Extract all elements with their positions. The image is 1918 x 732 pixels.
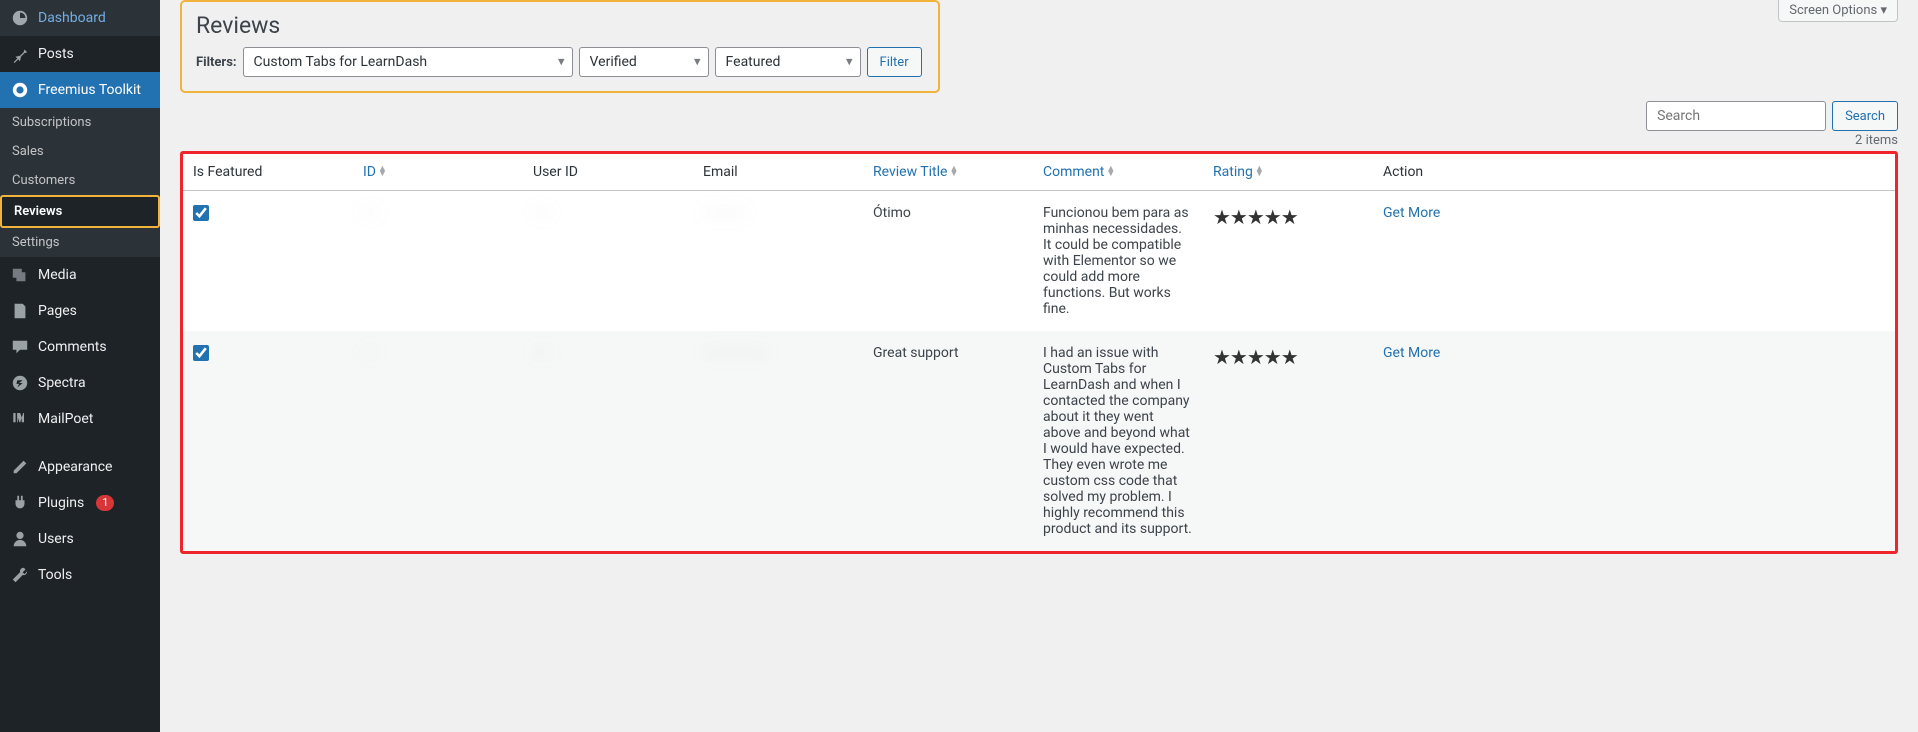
cell-comment: I had an issue with Custom Tabs for Lear… [1033,331,1203,551]
tools-icon [10,565,30,585]
sidebar-item-comments[interactable]: Comments [0,329,160,365]
filters-label: Filters: [196,55,237,70]
mailpoet-icon [10,409,30,429]
search-row: Search [180,101,1898,131]
sort-icon: ▲▼ [1255,167,1264,178]
admin-sidebar: Dashboard Posts Freemius Toolkit Subscri… [0,0,160,732]
users-icon [10,529,30,549]
chevron-down-icon: ▾ [1880,3,1887,18]
featured-checkbox[interactable] [193,345,209,361]
sidebar-label: Appearance [38,459,112,475]
sidebar-item-mailpoet[interactable]: MailPoet [0,401,160,437]
th-id[interactable]: ID▲▼ [353,154,523,191]
sidebar-label: Pages [38,303,77,319]
sidebar-item-media[interactable]: Media [0,257,160,293]
sidebar-item-users[interactable]: Users [0,521,160,557]
reviews-table: Is Featured ID▲▼ User ID Email Review Ti… [183,154,1895,551]
sidebar-item-appearance[interactable]: Appearance [0,449,160,485]
cell-id: ···· [363,205,378,221]
filter-status-select[interactable]: Verified [579,47,709,77]
search-input[interactable] [1646,101,1826,131]
sidebar-label: Comments [38,339,107,355]
cell-title: Ótimo [863,191,1033,332]
appearance-icon [10,457,30,477]
th-comment[interactable]: Comment▲▼ [1033,154,1203,191]
plugins-icon [10,493,30,513]
get-more-link[interactable]: Get More [1383,205,1440,221]
dashboard-icon [10,8,30,28]
sidebar-label: Dashboard [38,10,106,26]
sidebar-label: Freemius Toolkit [38,82,141,98]
filter-button[interactable]: Filter [867,47,922,77]
get-more-link[interactable]: Get More [1383,345,1440,361]
sidebar-label: Users [38,531,74,547]
sidebar-item-posts[interactable]: Posts [0,36,160,72]
cell-user-id: ····· [533,205,551,221]
cell-user-id: ····· [533,345,551,361]
sidebar-item-spectra[interactable]: Spectra [0,365,160,401]
sort-icon: ▲▼ [1106,167,1115,178]
reviews-table-wrap: Is Featured ID▲▼ User ID Email Review Ti… [180,151,1898,554]
sidebar-sub-sales[interactable]: Sales [0,137,160,166]
spectra-icon [10,373,30,393]
sidebar-label: Media [38,267,77,283]
sidebar-item-freemius[interactable]: Freemius Toolkit [0,72,160,108]
sidebar-item-dashboard[interactable]: Dashboard [0,0,160,36]
cell-title: Great support [863,331,1033,551]
th-review-title[interactable]: Review Title▲▼ [863,154,1033,191]
update-count-badge: 1 [96,495,114,511]
sidebar-label: Spectra [38,375,86,391]
search-button[interactable]: Search [1832,101,1898,131]
th-is-featured: Is Featured [183,154,353,191]
filter-featured-select[interactable]: Featured [715,47,861,77]
sidebar-item-pages[interactable]: Pages [0,293,160,329]
items-count: 2 items [180,133,1898,149]
featured-checkbox[interactable] [193,205,209,221]
th-user-id: User ID [523,154,693,191]
sidebar-sub-settings[interactable]: Settings [0,228,160,257]
sidebar-item-tools[interactable]: Tools [0,557,160,593]
main-content: Screen Options ▾ Reviews Filters: Custom… [160,0,1918,732]
sidebar-label: Plugins [38,495,84,511]
sort-icon: ▲▼ [949,167,958,178]
pages-icon [10,301,30,321]
th-action: Action [1373,154,1895,191]
sidebar-label: Posts [38,46,74,62]
cell-email: ·················· [703,345,769,361]
sidebar-submenu-freemius: Subscriptions Sales Customers Reviews Se… [0,108,160,257]
rating-stars: ★★★★★ [1213,205,1298,229]
rating-stars: ★★★★★ [1213,345,1298,369]
cell-email: ············ [703,205,747,221]
th-rating[interactable]: Rating▲▼ [1203,154,1373,191]
pin-icon [10,44,30,64]
screen-options-toggle[interactable]: Screen Options ▾ [1778,0,1898,22]
freemius-icon [10,80,30,100]
media-icon [10,265,30,285]
sidebar-sub-customers[interactable]: Customers [0,166,160,195]
table-row: ·····················ÓtimoFuncionou bem … [183,191,1895,332]
table-row: ···························Great support… [183,331,1895,551]
sidebar-label: Tools [38,567,72,583]
cell-comment: Funcionou bem para as minhas necessidade… [1033,191,1203,332]
page-title: Reviews [196,12,924,39]
filters-row: Filters: Custom Tabs for LearnDash Verif… [196,47,924,77]
screen-options-label: Screen Options [1789,3,1877,18]
comments-icon [10,337,30,357]
filter-plugin-select[interactable]: Custom Tabs for LearnDash [243,47,573,77]
sort-icon: ▲▼ [378,167,387,178]
sidebar-sub-subscriptions[interactable]: Subscriptions [0,108,160,137]
filters-panel: Reviews Filters: Custom Tabs for LearnDa… [180,0,940,93]
sidebar-sub-reviews[interactable]: Reviews [0,195,160,228]
th-email: Email [693,154,863,191]
sidebar-item-plugins[interactable]: Plugins 1 [0,485,160,521]
cell-id: ···· [363,345,378,361]
sidebar-label: MailPoet [38,411,93,427]
